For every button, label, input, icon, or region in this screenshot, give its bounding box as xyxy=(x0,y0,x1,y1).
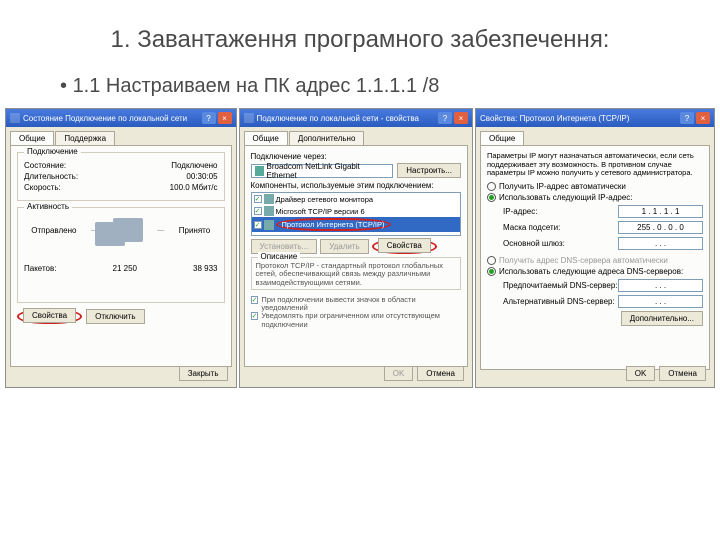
close-icon[interactable]: × xyxy=(218,112,232,124)
dns2-label: Альтернативный DNS-сервер: xyxy=(503,297,618,306)
properties-button[interactable]: Свойства xyxy=(23,308,76,323)
adapter-name: Broadcom NetLink Gigabit Ethernet xyxy=(267,162,390,180)
slide-title: 1. Завантаження програмного забезпечення… xyxy=(40,24,680,55)
duration-label: Длительность: xyxy=(24,172,78,181)
radio-auto-dns-label: Получить адрес DNS-сервера автоматически xyxy=(499,256,668,265)
computers-icon xyxy=(113,218,143,242)
slide-bullet: 1.1 Настраиваем на ПК адрес 1.1.1.1 /8 xyxy=(60,75,680,98)
checkbox-icon[interactable]: ✓ xyxy=(251,312,259,320)
help-icon[interactable]: ? xyxy=(438,112,452,124)
sent-label: Отправлено xyxy=(31,226,76,235)
speed-label: Скорость: xyxy=(24,183,61,192)
packets-label: Пакетов: xyxy=(24,264,56,273)
mask-input[interactable]: 255 . 0 . 0 . 0 xyxy=(618,221,703,234)
remove-button[interactable]: Удалить xyxy=(320,239,369,254)
connect-using-label: Подключение через: xyxy=(251,152,461,161)
ip-label: IP-адрес: xyxy=(503,207,618,216)
tab-extra[interactable]: Дополнительно xyxy=(289,131,365,145)
help-icon[interactable]: ? xyxy=(202,112,216,124)
sent-count: 21 250 xyxy=(113,264,137,273)
status-value: Подключено xyxy=(171,161,217,170)
titlebar[interactable]: Подключение по локальной сети - свойства… xyxy=(240,109,472,127)
group-connection: Подключение xyxy=(24,147,81,156)
checkbox-icon[interactable]: ✓ xyxy=(254,207,262,215)
ok-button[interactable]: OK xyxy=(384,366,414,381)
radio-auto-ip[interactable] xyxy=(487,182,496,191)
ip-input[interactable]: 1 . 1 . 1 . 1 xyxy=(618,205,703,218)
radio-manual-dns[interactable] xyxy=(487,267,496,276)
gateway-label: Основной шлюз: xyxy=(503,239,618,248)
nic-icon xyxy=(255,166,265,176)
radio-auto-dns xyxy=(487,256,496,265)
show-icon-checkbox-label: При подключении вывести значок в области… xyxy=(261,296,461,313)
tab-general[interactable]: Общие xyxy=(244,131,288,145)
checkbox-icon[interactable]: ✓ xyxy=(254,195,262,203)
tab-general[interactable]: Общие xyxy=(10,131,54,145)
dialog-status: Состояние Подключение по локальной сети … xyxy=(5,108,237,388)
adapter-combo[interactable]: Broadcom NetLink Gigabit Ethernet xyxy=(251,164,394,178)
advanced-button[interactable]: Дополнительно... xyxy=(621,311,703,326)
highlight-circle: Свойства xyxy=(372,239,437,254)
configure-button[interactable]: Настроить... xyxy=(397,163,461,178)
mask-label: Маска подсети: xyxy=(503,223,618,232)
group-activity: Активность xyxy=(24,202,72,211)
desc-title: Описание xyxy=(258,252,301,261)
item-label: Microsoft TCP/IP версии 6 xyxy=(276,207,365,216)
close-button[interactable]: Закрыть xyxy=(179,366,228,381)
list-item-selected[interactable]: ✓ Протокол Интернета (TCP/IP) xyxy=(252,217,460,232)
dns1-input[interactable]: . . . xyxy=(618,279,703,292)
received-label: Принято xyxy=(179,226,210,235)
status-label: Состояние: xyxy=(24,161,66,170)
tab-general[interactable]: Общие xyxy=(480,131,524,145)
components-label: Компоненты, используемые этим подключени… xyxy=(251,181,461,190)
highlight-circle: Протокол Интернета (TCP/IP) xyxy=(276,218,391,231)
highlight-circle: Свойства xyxy=(17,309,82,324)
radio-manual-dns-label: Использовать следующие адреса DNS-сервер… xyxy=(499,267,683,276)
cancel-button[interactable]: Отмена xyxy=(417,366,464,381)
ok-button[interactable]: OK xyxy=(626,366,656,381)
title-text: Подключение по локальной сети - свойства xyxy=(257,114,419,123)
close-icon[interactable]: × xyxy=(696,112,710,124)
dialog-properties: Подключение по локальной сети - свойства… xyxy=(239,108,473,388)
tab-support[interactable]: Поддержка xyxy=(55,131,115,145)
list-item[interactable]: ✓ Драйвер сетевого монитора xyxy=(252,193,460,205)
radio-auto-ip-label: Получить IP-адрес автоматически xyxy=(499,182,626,191)
titlebar[interactable]: Состояние Подключение по локальной сети … xyxy=(6,109,236,127)
desc-text: Протокол TCP/IP - стандартный протокол г… xyxy=(256,262,456,287)
duration-value: 00:30:05 xyxy=(186,172,217,181)
speed-value: 100.0 Мбит/с xyxy=(170,183,218,192)
radio-manual-ip[interactable] xyxy=(487,193,496,202)
item-label: Протокол Интернета (TCP/IP) xyxy=(282,220,385,229)
gateway-input[interactable]: . . . xyxy=(618,237,703,250)
close-icon[interactable]: × xyxy=(454,112,468,124)
notify-checkbox-label: Уведомлять при ограниченном или отсутств… xyxy=(261,312,461,329)
protocol-icon xyxy=(264,220,274,230)
checkbox-icon[interactable]: ✓ xyxy=(254,221,262,229)
title-text: Свойства: Протокол Интернета (TCP/IP) xyxy=(480,114,629,123)
intro-text: Параметры IP могут назначаться автоматич… xyxy=(487,152,703,178)
protocol-icon xyxy=(264,194,274,204)
radio-manual-ip-label: Использовать следующий IP-адрес: xyxy=(499,193,633,202)
dns2-input[interactable]: . . . xyxy=(618,295,703,308)
dash-icon: — xyxy=(157,227,164,234)
dns1-label: Предпочитаемый DNS-сервер: xyxy=(503,281,618,290)
cancel-button[interactable]: Отмена xyxy=(659,366,706,381)
components-list[interactable]: ✓ Драйвер сетевого монитора ✓ Microsoft TC… xyxy=(251,192,461,236)
disable-button[interactable]: Отключить xyxy=(86,309,144,324)
connection-icon xyxy=(10,113,20,123)
help-icon[interactable]: ? xyxy=(680,112,694,124)
item-properties-button[interactable]: Свойства xyxy=(378,238,431,253)
dialog-tcpip: Свойства: Протокол Интернета (TCP/IP) ? … xyxy=(475,108,715,388)
recv-count: 38 933 xyxy=(193,264,217,273)
title-text: Состояние Подключение по локальной сети xyxy=(23,114,187,123)
connection-icon xyxy=(244,113,254,123)
item-label: Драйвер сетевого монитора xyxy=(276,195,374,204)
checkbox-icon[interactable]: ✓ xyxy=(251,296,259,304)
titlebar[interactable]: Свойства: Протокол Интернета (TCP/IP) ? … xyxy=(476,109,714,127)
protocol-icon xyxy=(264,206,274,216)
list-item[interactable]: ✓ Microsoft TCP/IP версии 6 xyxy=(252,205,460,217)
